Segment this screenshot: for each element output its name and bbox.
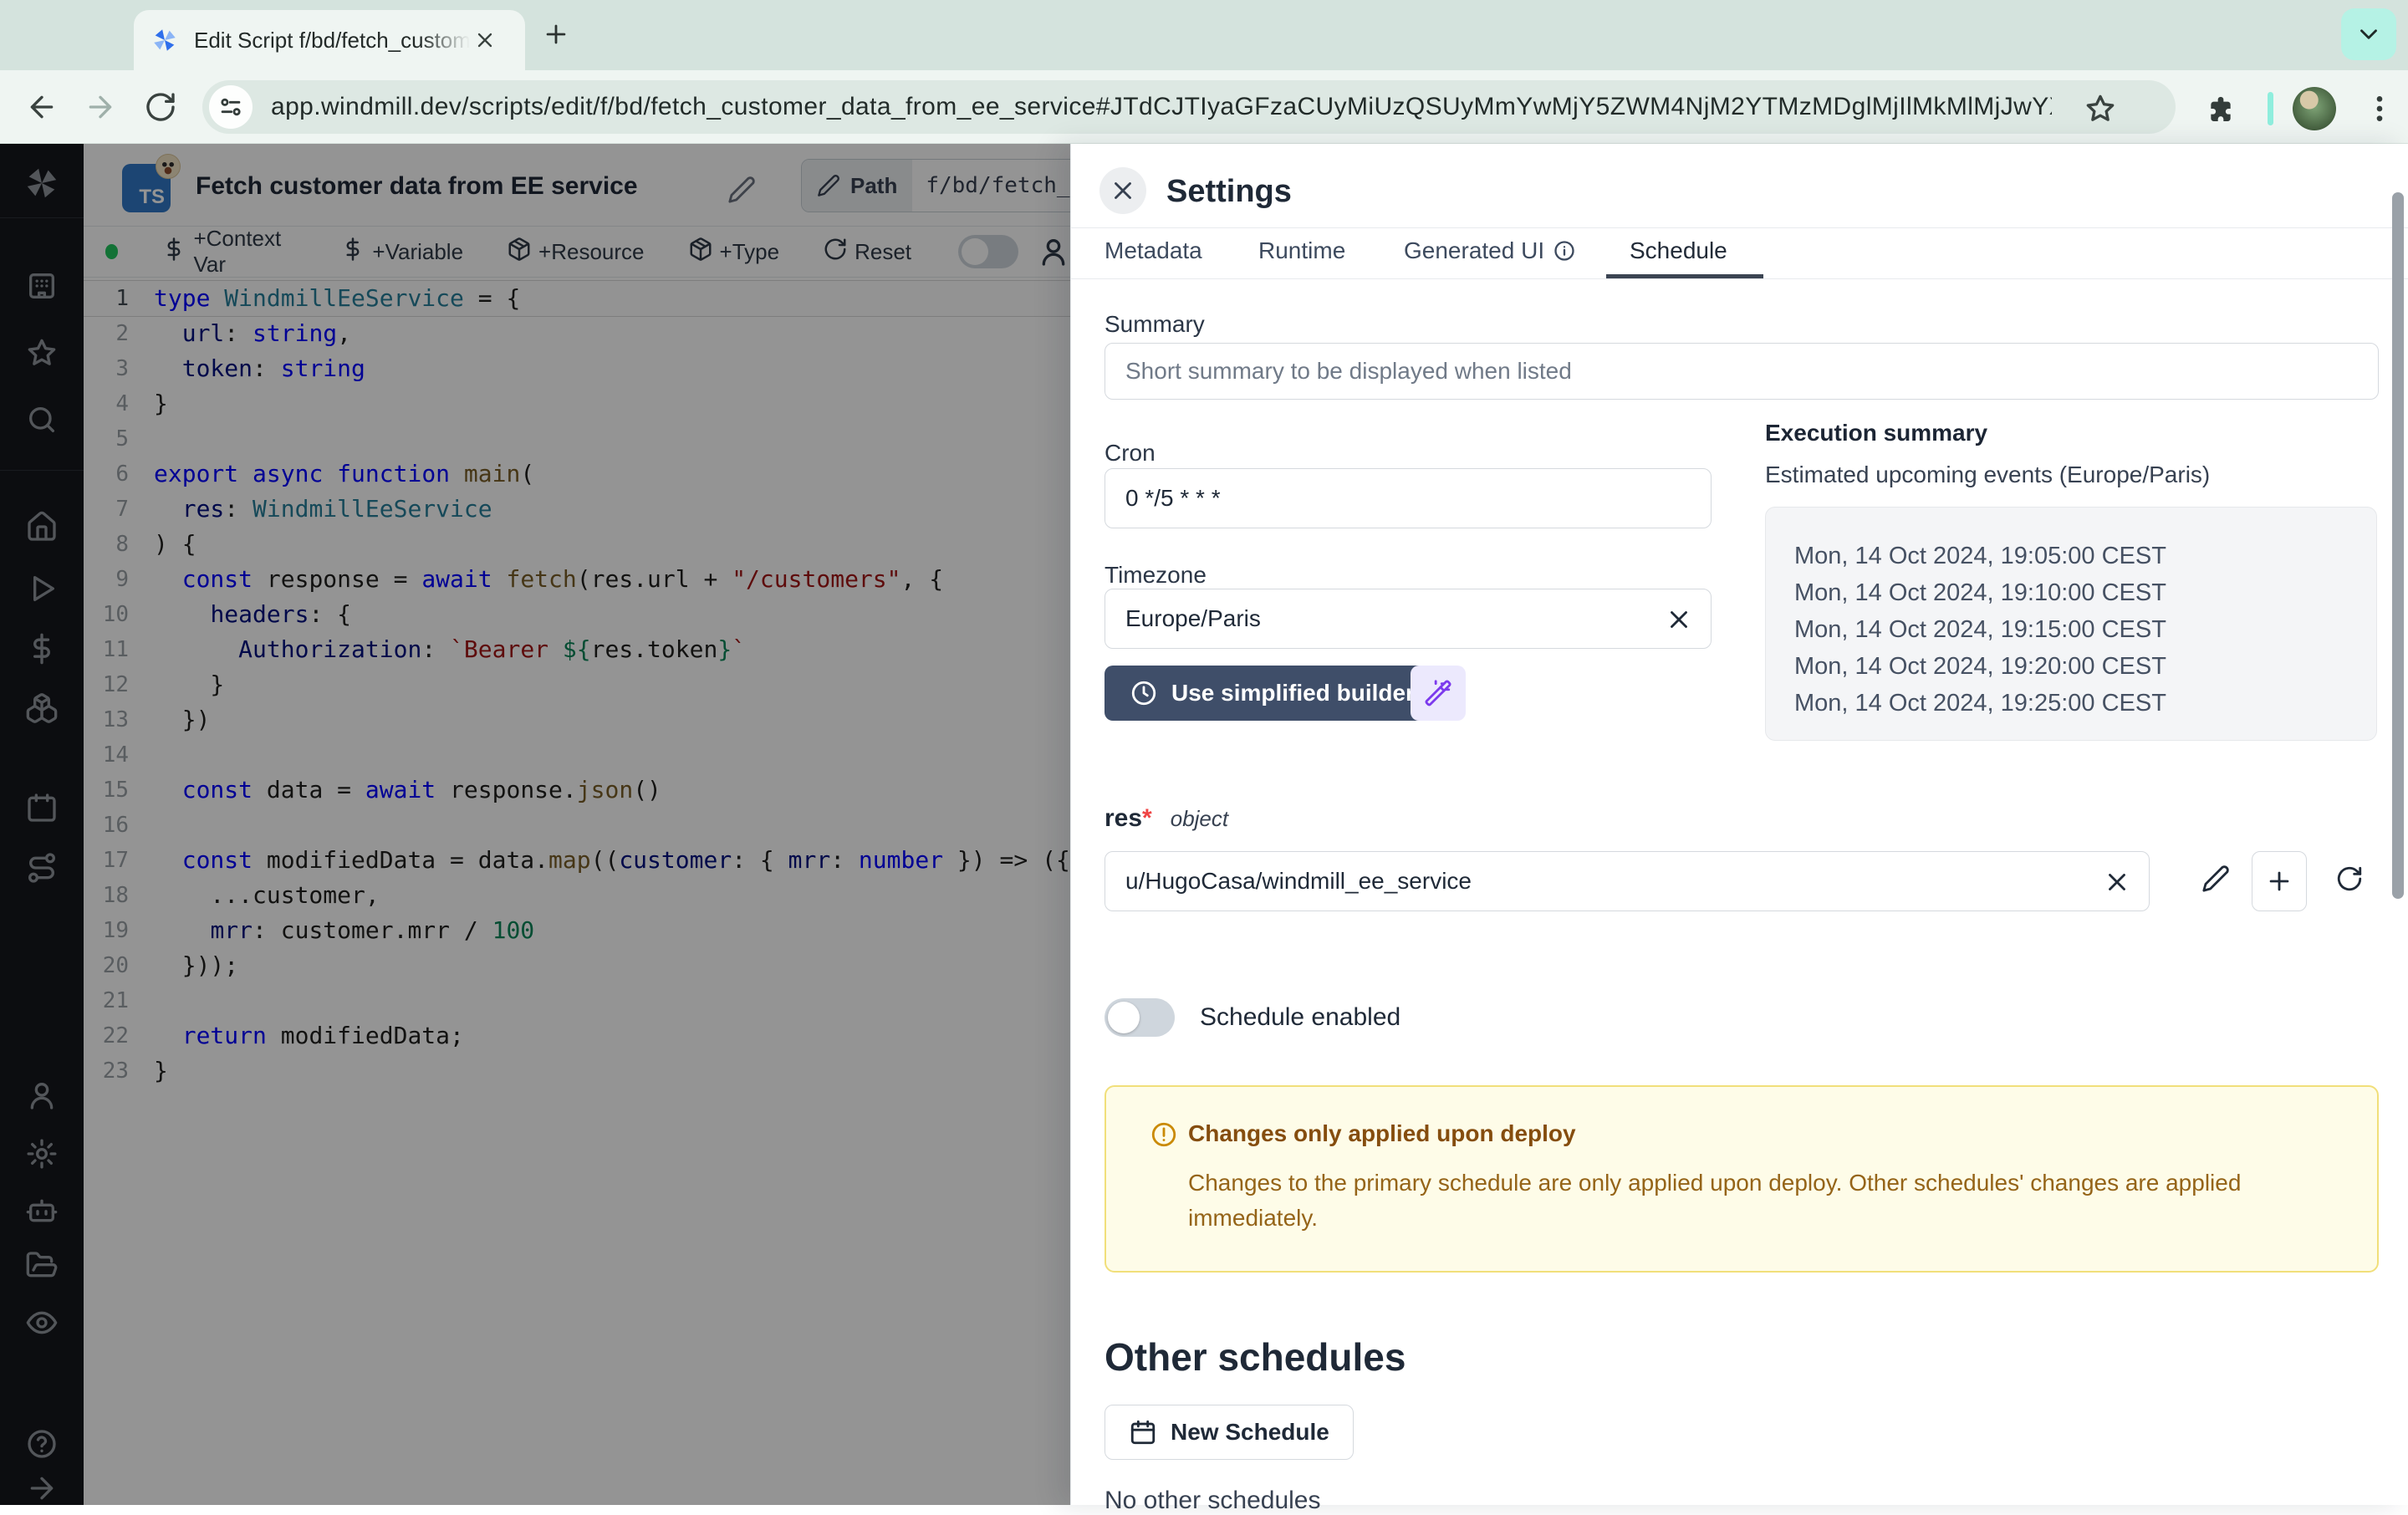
- url-bar[interactable]: app.windmill.dev/scripts/edit/f/bd/fetch…: [202, 80, 2176, 134]
- upcoming-events-box: Mon, 14 Oct 2024, 19:05:00 CEST Mon, 14 …: [1765, 507, 2377, 741]
- reload-icon[interactable]: [144, 90, 177, 124]
- profile-accent-bar: [2268, 92, 2273, 125]
- new-schedule-button[interactable]: New Schedule: [1105, 1405, 1354, 1460]
- event-row: Mon, 14 Oct 2024, 19:10:00 CEST: [1794, 574, 2376, 611]
- event-row: Mon, 14 Oct 2024, 19:20:00 CEST: [1794, 648, 2376, 685]
- site-settings-icon[interactable]: [209, 85, 253, 129]
- back-icon[interactable]: [25, 90, 59, 124]
- tab-close-icon[interactable]: [473, 28, 497, 52]
- bookmark-star-icon[interactable]: [2084, 92, 2117, 125]
- warning-icon: [1150, 1120, 1178, 1149]
- window-chevron-icon[interactable]: [2341, 8, 2396, 60]
- arg-name: res: [1105, 804, 1142, 832]
- clock-icon: [1130, 679, 1158, 707]
- drawer-backdrop[interactable]: [0, 144, 1070, 1505]
- browser-tab-strip: Edit Script f/bd/fetch_custome: [0, 0, 2408, 70]
- tab-runtime[interactable]: Runtime: [1258, 237, 1345, 264]
- settings-drawer: Settings Metadata Runtime Generated UI S…: [1070, 144, 2408, 1505]
- magic-wand-icon: [1424, 679, 1452, 707]
- schedule-enabled-label: Schedule enabled: [1200, 1003, 1400, 1032]
- deploy-warning-box: Changes only applied upon deploy Changes…: [1105, 1085, 2379, 1273]
- event-row: Mon, 14 Oct 2024, 19:25:00 CEST: [1794, 685, 2376, 722]
- refresh-resource-icon[interactable]: [2335, 865, 2364, 893]
- close-icon[interactable]: [1099, 167, 1146, 214]
- extensions-puzzle-icon[interactable]: [2204, 92, 2237, 125]
- cron-label: Cron: [1105, 440, 1156, 467]
- timezone-field: [1105, 589, 1712, 649]
- calendar-icon: [1129, 1418, 1157, 1446]
- browser-tab[interactable]: Edit Script f/bd/fetch_custome: [134, 10, 525, 70]
- divider: [1071, 278, 2408, 279]
- no-other-schedules-text: No other schedules: [1105, 1487, 1321, 1515]
- res-field: [1105, 851, 2150, 911]
- windmill-app: TS Fetch customer data from EE service P…: [0, 144, 2408, 1505]
- warning-title: Changes only applied upon deploy: [1188, 1120, 1576, 1147]
- windmill-favicon: [150, 26, 179, 54]
- timezone-input[interactable]: [1105, 589, 1712, 649]
- ai-wand-button[interactable]: [1411, 666, 1466, 721]
- url-text: app.windmill.dev/scripts/edit/f/bd/fetch…: [271, 93, 2052, 121]
- schedule-enabled-toggle[interactable]: [1105, 998, 1175, 1037]
- tab-schedule[interactable]: Schedule: [1630, 237, 1727, 264]
- event-row: Mon, 14 Oct 2024, 19:15:00 CEST: [1794, 611, 2376, 648]
- cron-input[interactable]: [1105, 468, 1712, 528]
- warning-body: Changes to the primary schedule are only…: [1188, 1166, 2359, 1236]
- browser-menu-icon[interactable]: [2363, 92, 2396, 125]
- clear-timezone-icon[interactable]: [1665, 605, 1693, 634]
- forward-icon[interactable]: [84, 90, 117, 124]
- tab-title: Edit Script f/bd/fetch_custome: [194, 28, 470, 54]
- browser-chrome: Edit Script f/bd/fetch_custome app.windm…: [0, 0, 2408, 144]
- res-arg-header: res* object: [1105, 804, 1228, 833]
- add-resource-button[interactable]: [2252, 851, 2307, 911]
- use-simplified-builder-button[interactable]: Use simplified builder: [1105, 666, 1440, 721]
- other-schedules-heading: Other schedules: [1105, 1334, 1406, 1380]
- res-resource-input[interactable]: [1105, 851, 2150, 911]
- tab-metadata[interactable]: Metadata: [1105, 237, 1202, 264]
- edit-resource-pencil-icon[interactable]: [2201, 865, 2230, 893]
- required-mark: *: [1142, 804, 1152, 832]
- timezone-label: Timezone: [1105, 562, 1207, 589]
- arg-type: object: [1171, 806, 1228, 831]
- info-icon: [1553, 239, 1576, 263]
- summary-input[interactable]: [1105, 343, 2379, 400]
- execution-summary-subtitle: Estimated upcoming events (Europe/Paris): [1765, 462, 2210, 488]
- browser-toolbar: app.windmill.dev/scripts/edit/f/bd/fetch…: [0, 70, 2408, 144]
- tab-generated-ui[interactable]: Generated UI: [1404, 237, 1576, 264]
- divider: [1071, 227, 2408, 228]
- summary-label: Summary: [1105, 311, 1205, 338]
- drawer-scrollbar[interactable]: [2392, 192, 2404, 899]
- profile-avatar[interactable]: [2293, 87, 2336, 130]
- drawer-title: Settings: [1166, 174, 1292, 210]
- clear-res-icon[interactable]: [2103, 868, 2131, 896]
- event-row: Mon, 14 Oct 2024, 19:05:00 CEST: [1794, 538, 2376, 574]
- execution-summary-title: Execution summary: [1765, 420, 1987, 446]
- new-tab-icon[interactable]: [542, 20, 570, 48]
